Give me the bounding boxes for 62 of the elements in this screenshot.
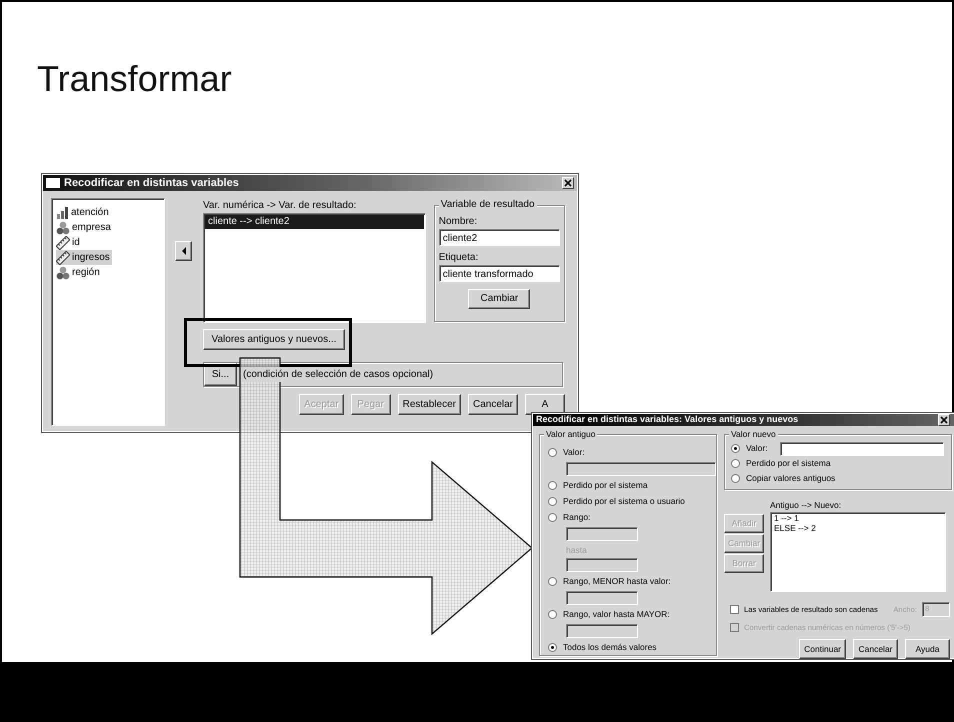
radio-button[interactable] <box>548 497 557 506</box>
slide-title: Transformar <box>37 57 232 100</box>
list-item[interactable]: 1 --> 1 <box>774 514 942 524</box>
variable-item[interactable]: atención <box>56 205 111 220</box>
ruler-icon <box>56 250 70 264</box>
dialog-button[interactable]: Cancelar <box>853 638 898 659</box>
variable-item[interactable]: región <box>56 265 102 280</box>
list-item[interactable]: ELSE --> 2 <box>774 524 942 534</box>
condition-note: (condición de selección de casos opcional) <box>241 367 436 382</box>
radio-button[interactable] <box>548 610 557 619</box>
option-label: Rango, MENOR hasta valor: <box>563 574 671 588</box>
input-field[interactable] <box>780 442 944 456</box>
balls-icon <box>56 266 70 280</box>
group-title: Valor nuevo <box>729 429 778 440</box>
dialog-button[interactable]: Cancelar <box>468 394 518 415</box>
radio-button[interactable] <box>548 642 557 652</box>
variable-item[interactable]: empresa <box>56 220 113 235</box>
window-title: Recodificar en distintas variables <box>64 176 239 191</box>
group-title: Valor antiguo <box>544 429 598 440</box>
option-label: Valor: <box>746 442 768 455</box>
close-button[interactable] <box>938 414 950 426</box>
left-arrow-icon <box>180 246 186 256</box>
radio-button[interactable] <box>731 444 740 453</box>
option-label: Todos los demás valores <box>563 640 657 654</box>
window-icon <box>46 178 60 188</box>
list-label: Antiguo --> Nuevo: <box>770 499 842 512</box>
option-label: Perdido por el sistema <box>746 457 831 470</box>
checkbox[interactable] <box>730 605 739 614</box>
radio-button[interactable] <box>731 474 740 483</box>
close-icon <box>939 415 949 425</box>
mapping-item[interactable]: cliente --> cliente2 <box>205 215 424 229</box>
window-title: Recodificar en distintas variables: Valores antiguos y nuevos <box>536 413 798 426</box>
radio-button[interactable] <box>548 448 557 457</box>
change-button[interactable]: Cambiar <box>468 289 530 309</box>
option-label: Copiar valores antiguos <box>746 472 836 485</box>
field-label: Etiqueta: <box>438 251 480 265</box>
list-label: Var. numérica -> Var. de resultado: <box>203 199 358 213</box>
option-label: Rango: <box>563 511 590 524</box>
option-label: Valor: <box>563 446 585 459</box>
dialog-button[interactable]: Ayuda <box>905 638 950 659</box>
radio-button[interactable] <box>731 459 740 468</box>
field-label: hasta <box>566 544 588 557</box>
radio-button[interactable] <box>548 513 557 522</box>
balls-icon <box>56 220 70 234</box>
field-label: Nombre: <box>438 215 478 229</box>
option-label: Perdido por el sistema <box>563 479 648 492</box>
dialog-button[interactable]: Restablecer <box>398 394 461 415</box>
old-new-values-button[interactable]: Valores antiguos y nuevos... <box>203 329 345 350</box>
close-icon <box>563 178 573 188</box>
ruler-icon <box>56 236 70 250</box>
variable-item[interactable]: ingresos <box>56 250 112 265</box>
variable-item[interactable]: id <box>56 235 82 250</box>
radio-button[interactable] <box>548 481 557 490</box>
label-field[interactable]: cliente transformado <box>438 265 560 282</box>
bar-chart-icon <box>56 206 69 220</box>
option-label: Rango, valor hasta MAYOR: <box>563 608 670 621</box>
name-field[interactable]: cliente2 <box>438 229 560 246</box>
close-button[interactable] <box>562 177 574 189</box>
move-button[interactable] <box>175 241 192 261</box>
radio-button[interactable] <box>548 576 557 586</box>
dialog-button[interactable]: Continuar <box>799 638 846 659</box>
option-label: Perdido por el sistema o usuario <box>563 495 685 508</box>
